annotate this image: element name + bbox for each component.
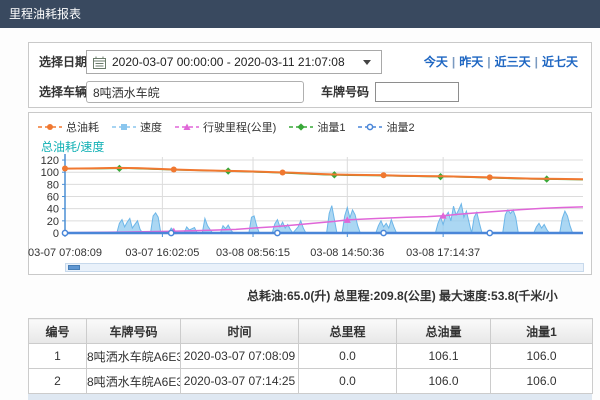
date-range-picker[interactable]: 2020-03-07 00:00:00 - 2020-03-11 21:07:0… <box>86 50 382 74</box>
quick-link-separator: | <box>452 55 455 69</box>
date-range-value: 2020-03-07 00:00:00 - 2020-03-11 21:07:0… <box>112 51 345 73</box>
table-cell: 0.0 <box>299 369 397 394</box>
summary-stats: 总耗油:65.0(升) 总里程:209.8(公里) 最大速度:53.8(千米/小 <box>247 287 558 304</box>
table-cell: 2020-03-07 07:14:25 <box>181 369 299 394</box>
triangle-marker-icon <box>174 122 200 132</box>
column-header: 油量1 <box>491 319 593 344</box>
svg-text:20: 20 <box>47 216 59 228</box>
table-row[interactable]: 28吨洒水车皖A6E3102020-03-07 07:14:250.0106.0… <box>29 369 593 394</box>
table-cell: 106.0 <box>397 369 491 394</box>
table-cell: 2020-03-07 07:08:09 <box>181 344 299 369</box>
circle-marker-icon <box>37 122 63 132</box>
plate-input[interactable] <box>375 82 459 102</box>
column-header: 编号 <box>29 319 87 344</box>
table-row[interactable]: 18吨洒水车皖A6E3102020-03-07 07:08:090.0106.1… <box>29 344 593 369</box>
column-header: 车牌号码 <box>87 319 181 344</box>
legend-label: 油量1 <box>317 119 345 135</box>
svg-text:120: 120 <box>41 155 59 167</box>
scrollbar-handle[interactable] <box>68 265 80 270</box>
page-title: 里程油耗报表 <box>9 7 81 21</box>
column-header: 总里程 <box>299 319 397 344</box>
legend-label: 油量2 <box>386 119 414 135</box>
date-label: 选择日期 <box>39 50 87 74</box>
svg-text:100: 100 <box>41 167 59 179</box>
legend-label: 速度 <box>140 119 162 135</box>
quick-link-2[interactable]: 昨天 <box>459 55 483 69</box>
legend-item-square[interactable]: 速度 <box>111 119 162 135</box>
quick-link-4[interactable]: 近七天 <box>542 55 578 69</box>
svg-text:0: 0 <box>53 228 59 240</box>
legend-label: 行驶里程(公里) <box>203 119 276 135</box>
x-axis-label: 03-08 17:14:37 <box>406 247 480 259</box>
chart-legend: 总油耗 速度 行驶里程(公里) 油量1 油量2 <box>37 117 415 137</box>
x-axis-label: 03-08 14:50:36 <box>310 247 384 259</box>
legend-label: 总油耗 <box>66 119 99 135</box>
quick-link-1[interactable]: 今天 <box>424 55 448 69</box>
quick-link-3[interactable]: 近三天 <box>495 55 531 69</box>
x-axis-label: 03-08 08:56:15 <box>216 247 290 259</box>
table-header-row: 编号车牌号码时间总里程总油量油量1 <box>29 319 593 344</box>
chart-panel: 总油耗速度行驶里程(公里)油量1油量2 总油耗/速度 0204060801001… <box>28 112 592 275</box>
table-cell: 8吨洒水车皖A6E310 <box>87 344 181 369</box>
open-circle-marker-icon <box>357 122 383 132</box>
vehicle-input[interactable] <box>86 81 304 103</box>
dropdown-arrow-icon[interactable] <box>363 60 371 65</box>
report-table: 编号车牌号码时间总里程总油量油量1 18吨洒水车皖A6E3102020-03-0… <box>28 318 593 394</box>
x-axis-label: 03-07 07:08:09 <box>28 247 102 259</box>
table-cell: 0.0 <box>299 344 397 369</box>
square-marker-icon <box>111 122 137 132</box>
x-axis-labels: 03-07 07:08:09 03-07 16:02:05 03-08 08:56:… <box>29 247 591 260</box>
fuel-speed-chart: 020406080100120 <box>31 151 589 247</box>
page-title-bar: 里程油耗报表 <box>0 0 600 28</box>
svg-text:80: 80 <box>47 179 59 191</box>
quick-link-separator: | <box>487 55 490 69</box>
filter-panel: 选择日期 2020-03-07 00:00:00 - 2020-03-11 21… <box>28 42 592 108</box>
column-header: 时间 <box>181 319 299 344</box>
column-header: 总油量 <box>397 319 491 344</box>
next-row-partial <box>28 394 592 400</box>
diamond-marker-icon <box>288 122 314 132</box>
table-cell: 8吨洒水车皖A6E310 <box>87 369 181 394</box>
quick-links: 今天 | 昨天 | 近三天 | 近七天 <box>421 50 581 74</box>
calendar-icon <box>93 56 106 69</box>
legend-item-open-circle[interactable]: 油量2 <box>357 119 414 135</box>
quick-link-separator: | <box>535 55 538 69</box>
plate-label: 车牌号码 <box>321 80 369 104</box>
table-cell: 106.0 <box>491 369 593 394</box>
table-cell: 2 <box>29 369 87 394</box>
table-cell: 1 <box>29 344 87 369</box>
svg-text:60: 60 <box>47 192 59 204</box>
svg-text:40: 40 <box>47 204 59 216</box>
legend-item-circle[interactable]: 总油耗 <box>37 119 99 135</box>
table-cell: 106.1 <box>397 344 491 369</box>
x-axis-label: 03-07 16:02:05 <box>125 247 199 259</box>
chart-scrollbar[interactable] <box>65 263 584 272</box>
legend-item-triangle[interactable]: 行驶里程(公里) <box>174 119 276 135</box>
date-filter-row: 选择日期 2020-03-07 00:00:00 - 2020-03-11 21… <box>29 50 591 74</box>
vehicle-filter-row: 选择车辆 车牌号码 <box>29 80 591 104</box>
legend-item-diamond[interactable]: 油量1 <box>288 119 345 135</box>
table-cell: 106.0 <box>491 344 593 369</box>
vehicle-label: 选择车辆 <box>39 80 87 104</box>
